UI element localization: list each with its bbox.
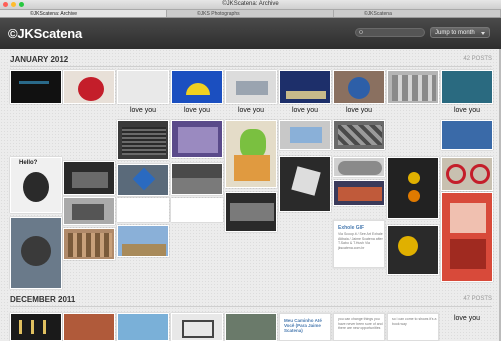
month-name: JANUARY 2012 (10, 55, 69, 64)
post-thumbnail[interactable]: Hello? (10, 157, 62, 213)
month-header-dec-2011: DECEMBER 2011 47 POSTS (10, 293, 492, 307)
post-caption[interactable]: love you (225, 107, 277, 114)
post-thumbnail[interactable] (10, 70, 62, 104)
text-post-card[interactable]: so i can come to shows it's a book way (387, 313, 439, 341)
post-thumbnail[interactable] (63, 70, 115, 104)
tab-jkscatena[interactable]: ©JKScatena (334, 10, 501, 17)
post-thumbnail[interactable] (279, 70, 331, 104)
post-thumbnail[interactable] (171, 198, 223, 222)
browser-tab-bar: ©JKScatena: Archive ©JKS Photographs ©JK… (0, 10, 501, 18)
month-post-count: 47 POSTS (463, 296, 492, 302)
chevron-down-icon (481, 32, 485, 35)
post-thumbnail[interactable] (63, 313, 115, 341)
month-post-count: 42 POSTS (463, 56, 492, 62)
search-box[interactable] (355, 28, 425, 37)
text-post-card[interactable]: you can change things you have never bee… (333, 313, 385, 341)
post-thumbnail[interactable] (387, 225, 439, 275)
post-thumbnail[interactable] (225, 192, 277, 232)
post-thumbnail[interactable] (225, 70, 277, 104)
card-title[interactable]: Meu Caminho Até Você (Para Jaime Scatena… (284, 318, 330, 333)
post-thumbnail[interactable] (225, 313, 277, 341)
post-thumbnail[interactable] (441, 120, 493, 150)
tab-archive[interactable]: ©JKScatena: Archive (0, 10, 167, 17)
post-thumbnail[interactable] (117, 198, 169, 222)
post-thumbnail[interactable] (441, 70, 493, 104)
post-thumbnail[interactable] (63, 197, 115, 225)
card-text: Via Scoop.it / See Art Exhale Atibaia / … (338, 232, 383, 250)
text-post-card[interactable]: Exhole GIF Via Scoop.it / See Art Exhale… (333, 220, 385, 268)
post-thumbnail[interactable] (10, 313, 62, 341)
site-header: ©JKScatena Jump to month (0, 18, 501, 49)
archive-content: JANUARY 2012 42 POSTS love you love you … (0, 49, 501, 341)
post-caption[interactable]: love you (441, 315, 493, 322)
post-thumbnail[interactable] (171, 163, 223, 195)
post-thumbnail[interactable] (387, 157, 439, 219)
post-thumbnail[interactable] (333, 70, 385, 104)
post-thumbnail[interactable] (279, 156, 331, 212)
month-header-jan-2012: JANUARY 2012 42 POSTS (10, 53, 492, 67)
post-thumbnail[interactable] (117, 225, 169, 257)
post-thumbnail[interactable] (117, 164, 169, 196)
post-thumbnail[interactable] (10, 217, 62, 289)
post-thumbnail[interactable] (279, 120, 331, 150)
post-thumbnail[interactable] (441, 192, 493, 282)
post-caption[interactable]: love you (333, 107, 385, 114)
post-thumbnail[interactable] (387, 70, 439, 104)
post-caption[interactable]: love you (171, 107, 223, 114)
card-title[interactable]: Exhole GIF (338, 225, 364, 231)
post-thumbnail[interactable] (225, 120, 277, 188)
post-thumbnail[interactable] (171, 313, 223, 341)
post-thumbnail[interactable] (333, 180, 385, 206)
tab-photographs[interactable]: ©JKS Photographs (167, 10, 334, 17)
post-thumbnail[interactable] (63, 161, 115, 195)
site-title[interactable]: ©JKScatena (8, 26, 82, 41)
post-thumbnail[interactable] (117, 313, 169, 341)
search-icon (359, 30, 363, 34)
post-thumbnail[interactable] (117, 120, 169, 160)
post-caption[interactable]: love you (117, 107, 169, 114)
card-text: so i can come to shows it's a book way (392, 317, 437, 326)
post-text: Hello? (19, 160, 38, 166)
post-thumbnail[interactable] (333, 120, 385, 150)
month-name: DECEMBER 2011 (10, 295, 76, 304)
post-thumbnail[interactable] (171, 120, 223, 158)
card-text: you can change things you have never bee… (338, 317, 383, 330)
post-thumbnail[interactable] (117, 70, 169, 104)
post-thumbnail[interactable] (171, 70, 223, 104)
post-caption[interactable]: love you (441, 107, 493, 114)
post-thumbnail[interactable] (63, 228, 115, 260)
jump-to-month-label: Jump to month (435, 30, 475, 36)
text-post-card[interactable]: Meu Caminho Até Você (Para Jaime Scatena… (279, 313, 331, 341)
post-thumbnail[interactable] (333, 157, 385, 177)
window-titlebar: ©JKScatena: Archive (0, 0, 501, 10)
jump-to-month-button[interactable]: Jump to month (430, 27, 490, 38)
post-thumbnail[interactable] (441, 157, 493, 191)
window-title: ©JKScatena: Archive (222, 1, 279, 7)
post-caption[interactable]: love you (279, 107, 331, 114)
search-input[interactable] (364, 29, 422, 36)
